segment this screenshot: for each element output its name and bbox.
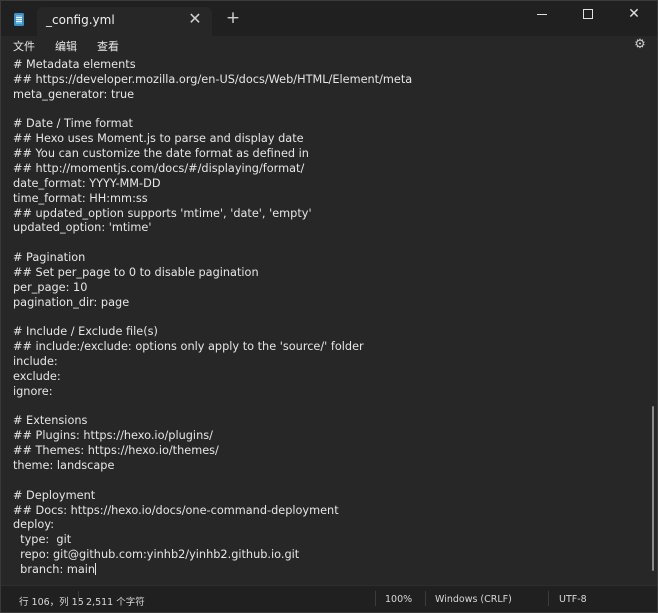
status-divider — [78, 591, 79, 606]
code-line: ## Themes: https://hexo.io/themes/ — [13, 444, 219, 458]
close-icon: ✕ — [628, 6, 640, 22]
code-line: ignore: — [13, 384, 53, 398]
code-line: # Metadata elements — [13, 58, 136, 71]
menu-view[interactable]: 查看 — [91, 36, 125, 56]
file-encoding[interactable]: UTF-8 — [559, 594, 587, 605]
code-line: per_page: 10 — [13, 280, 88, 294]
code-line: ## You can customize the date format as … — [13, 147, 309, 161]
menu-edit[interactable]: 编辑 — [49, 36, 83, 56]
code-line: meta_generator: true — [13, 87, 135, 101]
minimize-icon — [537, 13, 547, 15]
code-line: ## http://momentjs.com/docs/#/displaying… — [13, 161, 305, 175]
menu-bar: 文件 编辑 查看 ⚙ — [1, 36, 657, 56]
zoom-level[interactable]: 100% — [385, 594, 412, 605]
status-divider — [375, 591, 376, 606]
code-line: # Deployment — [13, 488, 96, 502]
code-line: ## updated_option supports 'mtime', 'dat… — [13, 206, 312, 220]
status-divider — [548, 591, 549, 606]
cursor-position: 行 106，列 15 — [19, 597, 84, 608]
text-caret — [95, 562, 97, 575]
line-ending[interactable]: Windows (CRLF) — [435, 594, 512, 605]
code-line: ## https://developer.mozilla.org/en-US/d… — [13, 72, 413, 86]
code-line: ## Set per_page to 0 to disable paginati… — [13, 265, 259, 279]
menu-file[interactable]: 文件 — [7, 36, 41, 56]
code-line: # Date / Time format — [13, 117, 133, 131]
code-line: # Extensions — [13, 414, 88, 428]
character-count: 2,511 个字符 — [86, 597, 145, 608]
code-line: repo: git@github.com:yinhb2/yinhb2.githu… — [13, 548, 300, 562]
code-line: ## include:/exclude: options only apply … — [13, 340, 364, 354]
code-line: include: — [13, 355, 58, 368]
tab-config-yml[interactable]: _config.yml ✕ — [37, 7, 212, 36]
close-window-button[interactable]: ✕ — [611, 1, 657, 27]
code-line: ## Docs: https://hexo.io/docs/one-comman… — [13, 503, 339, 517]
code-line: # Include / Exclude file(s) — [13, 325, 158, 339]
title-bar: _config.yml ✕ + ✕ — [1, 1, 657, 36]
text-editor-area[interactable]: # Metadata elements ## https://developer.… — [1, 56, 657, 585]
status-bar: 行 106，列 15 2,511 个字符 100% Windows (CRLF)… — [1, 585, 657, 612]
code-line: type: git — [13, 533, 72, 547]
status-divider — [425, 591, 426, 606]
close-tab-icon[interactable]: ✕ — [186, 10, 204, 28]
tab-title: _config.yml — [46, 13, 115, 27]
notepad-window: _config.yml ✕ + ✕ 文件 编辑 查看 ⚙ # Metadata … — [0, 0, 658, 613]
code-line: date_format: YYYY-MM-DD — [13, 176, 161, 190]
code-line: exclude: — [13, 369, 61, 383]
code-line: ## Plugins: https://hexo.io/plugins/ — [13, 429, 213, 443]
code-line: branch: main — [13, 562, 97, 576]
vertical-scrollbar[interactable] — [652, 406, 654, 571]
code-line: deploy: — [13, 518, 55, 532]
code-line: time_format: HH:mm:ss — [13, 191, 148, 205]
code-line: updated_option: 'mtime' — [13, 221, 152, 235]
code-line: # Pagination — [13, 251, 86, 265]
code-line: ## Hexo uses Moment.js to parse and disp… — [13, 132, 304, 146]
code-line: pagination_dir: page — [13, 295, 130, 309]
code-line: theme: landscape — [13, 458, 115, 472]
maximize-icon — [583, 9, 593, 19]
maximize-button[interactable] — [565, 1, 611, 27]
notepad-app-icon — [14, 13, 24, 26]
new-tab-icon[interactable]: + — [224, 9, 242, 27]
minimize-button[interactable] — [519, 1, 565, 27]
settings-gear-icon[interactable]: ⚙ — [633, 38, 647, 52]
